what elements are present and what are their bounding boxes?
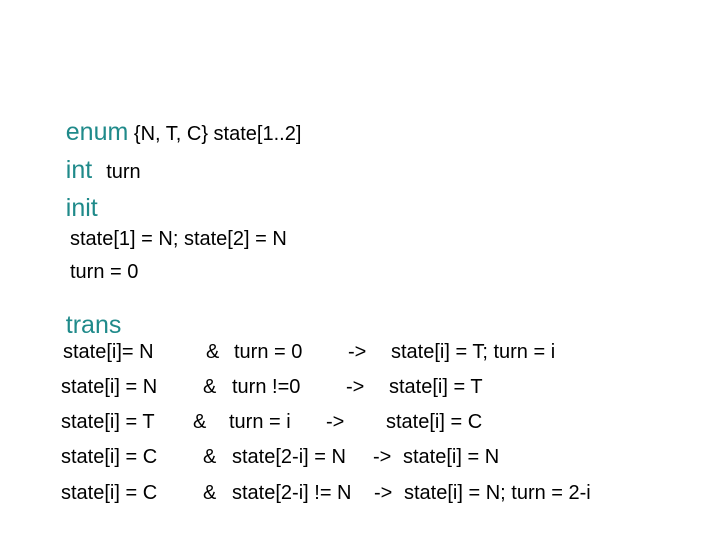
guard-condition: state[2-i] = N <box>232 446 346 468</box>
action: state[i] = C <box>386 411 483 433</box>
transition-row: state[i] = C & state[2-i] != N -> state[… <box>0 482 720 506</box>
transition-row: state[i] = T & turn = i -> state[i] = C <box>0 411 720 435</box>
action: state[i] = N <box>403 446 500 468</box>
arrow-operator: -> <box>374 482 393 504</box>
int-body: turn <box>106 161 141 183</box>
guard-condition: turn !=0 <box>232 376 301 398</box>
guard-state: state[i] = C <box>61 482 158 504</box>
action: state[i] = T <box>389 376 483 398</box>
enum-body: {N, T, C} state[1..2] <box>128 123 302 145</box>
guard-condition: turn = i <box>229 411 291 433</box>
arrow-operator: -> <box>348 341 367 363</box>
action: state[i] = T; turn = i <box>391 341 556 363</box>
init-keyword: init <box>65 194 98 222</box>
guard-state: state[i] = N <box>61 376 158 398</box>
trans-keyword: trans <box>65 311 122 339</box>
transition-row: state[i] = N & turn !=0 -> state[i] = T <box>0 376 720 400</box>
arrow-operator: -> <box>346 376 365 398</box>
guard-condition: state[2-i] != N <box>232 482 352 504</box>
and-operator: & <box>203 482 217 504</box>
and-operator: & <box>203 376 217 398</box>
init-line-states: state[1] = N; state[2] = N <box>70 228 287 250</box>
guard-state: state[i] = T <box>61 411 155 433</box>
transition-row: state[i]= N & turn = 0 -> state[i] = T; … <box>0 341 720 365</box>
transition-row: state[i] = C & state[2-i] = N -> state[i… <box>0 446 720 470</box>
and-operator: & <box>206 341 220 363</box>
guard-condition: turn = 0 <box>234 341 303 363</box>
arrow-operator: -> <box>326 411 345 433</box>
and-operator: & <box>203 446 217 468</box>
action: state[i] = N; turn = 2-i <box>404 482 591 504</box>
init-line-turn: turn = 0 <box>70 261 139 283</box>
and-operator: & <box>193 411 207 433</box>
guard-state: state[i]= N <box>63 341 154 363</box>
arrow-operator: -> <box>373 446 392 468</box>
guard-state: state[i] = C <box>61 446 158 468</box>
